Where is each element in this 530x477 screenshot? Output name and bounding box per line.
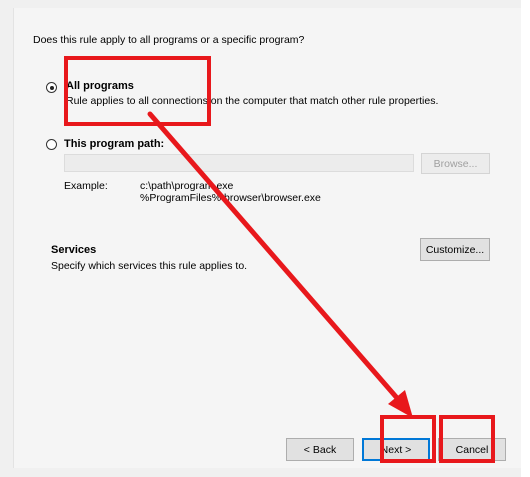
- annotation-arrow-icon: [147, 111, 413, 418]
- wizard-page: Does this rule apply to all programs or …: [0, 0, 530, 477]
- highlight-box-next: [380, 415, 436, 463]
- highlight-box-cancel: [439, 415, 495, 463]
